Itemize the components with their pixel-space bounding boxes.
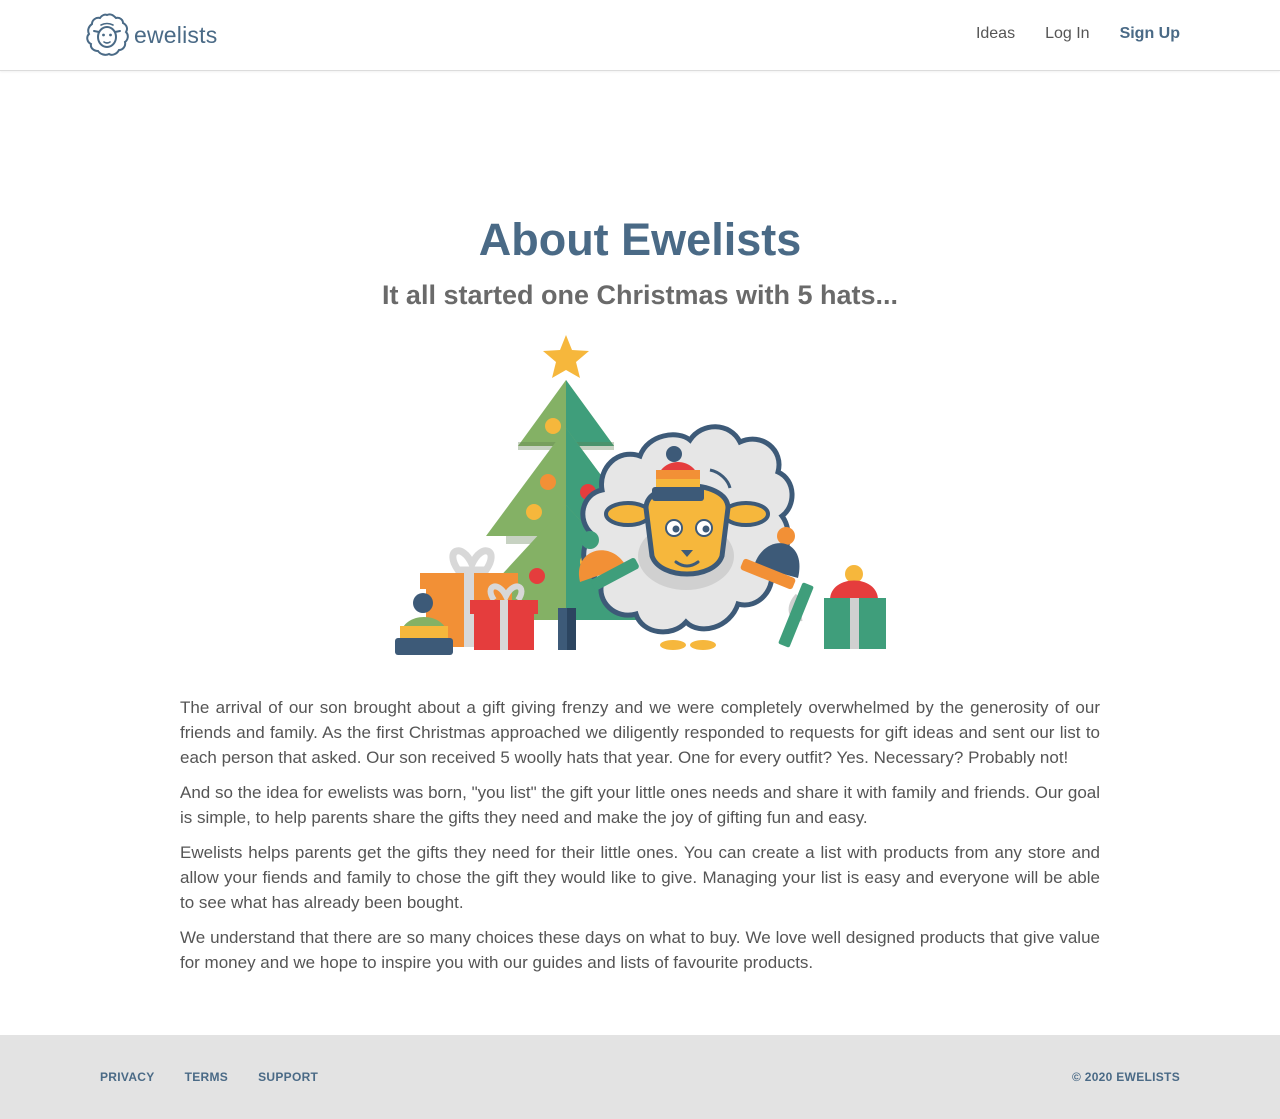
about-paragraph-2: And so the idea for ewelists was born, "…: [180, 783, 1100, 827]
brand-name: ewelists: [134, 21, 218, 48]
footer-terms-link[interactable]: TERMS: [185, 1070, 229, 1084]
page-title: About Ewelists: [478, 214, 802, 265]
about-content: The arrival of our son brought about a g…: [180, 695, 1100, 985]
about-paragraph-1: The arrival of our son brought about a g…: [180, 698, 1100, 767]
about-paragraph-3: Ewelists helps parents get the gifts the…: [180, 843, 1100, 912]
navbar: ewelists Ideas Log In Sign Up: [0, 0, 1280, 71]
gift-box-green-icon: [778, 565, 886, 649]
copyright-text: © 2020 EWELISTS: [1071, 1070, 1180, 1084]
sheep-logo-icon: [86, 13, 129, 56]
nav-ideas-link[interactable]: Ideas: [976, 24, 1015, 44]
footer-privacy-link[interactable]: PRIVACY: [100, 1070, 155, 1084]
footer-links: PRIVACY TERMS SUPPORT: [100, 1070, 348, 1084]
about-paragraph-4: We understand that there are so many cho…: [180, 928, 1100, 972]
brand-link[interactable]: ewelists: [84, 12, 217, 58]
footer: PRIVACY TERMS SUPPORT © 2020 EWELISTS: [0, 1035, 1280, 1119]
page-subtitle: It all started one Christmas with 5 hats…: [381, 280, 899, 310]
nav-links: Ideas Log In Sign Up: [946, 24, 1180, 44]
christmas-sheep-illustration: [395, 335, 886, 655]
nav-login-link[interactable]: Log In: [1045, 24, 1089, 44]
footer-support-link[interactable]: SUPPORT: [258, 1070, 318, 1084]
nav-signup-link[interactable]: Sign Up: [1120, 24, 1180, 44]
